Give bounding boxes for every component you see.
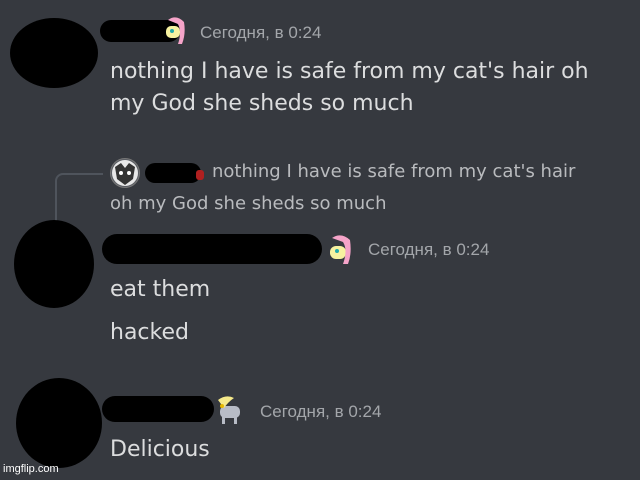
message-timestamp: Сегодня, в 0:24 <box>260 402 382 421</box>
username[interactable] <box>102 234 322 264</box>
message-text: nothing I have is safe from my cat's hai… <box>110 59 589 84</box>
username[interactable] <box>102 396 214 422</box>
reply-preview[interactable]: oh my God she sheds so much <box>110 188 387 220</box>
reply-username[interactable] <box>145 163 201 183</box>
message-text: Delicious <box>110 437 210 462</box>
message-text: my God she sheds so much <box>110 91 414 116</box>
message-text: eat them <box>110 277 211 302</box>
message-timestamp: Сегодня, в 0:24 <box>368 240 490 259</box>
reply-username <box>196 170 204 180</box>
reply-preview[interactable]: nothing I have is safe from my cat's hai… <box>212 156 575 188</box>
watermark: imgflip.com <box>3 463 59 475</box>
avatar[interactable] <box>16 378 102 468</box>
message-text: hacked <box>110 320 189 345</box>
derpy-pony-icon <box>218 396 240 424</box>
reply-avatar-icon <box>112 160 138 186</box>
reply-avatar[interactable] <box>110 158 140 188</box>
avatar <box>30 55 85 85</box>
avatar[interactable] <box>14 220 94 308</box>
message-timestamp: Сегодня, в 0:24 <box>200 23 322 42</box>
fluttershy-pony-icon <box>166 17 185 44</box>
fluttershy-pony-icon <box>330 235 351 264</box>
